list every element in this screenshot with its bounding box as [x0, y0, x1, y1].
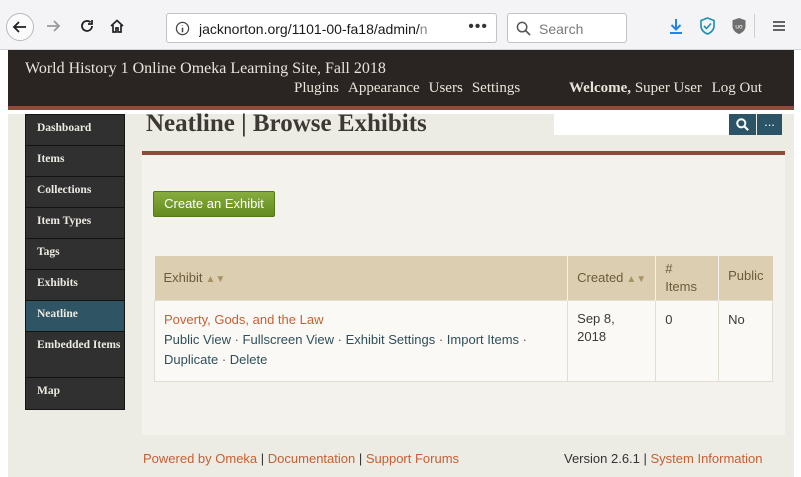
public-view-link[interactable]: Public View — [164, 332, 231, 347]
extension-shield-button[interactable] — [698, 17, 716, 35]
fullscreen-view-link[interactable]: Fullscreen View — [243, 332, 335, 347]
user-nav: Welcome, Super User Log Out — [569, 80, 762, 97]
home-icon — [110, 19, 124, 33]
created-cell: Sep 8, 2018 — [567, 299, 657, 382]
ublock-shield-icon: uo — [732, 18, 746, 34]
duplicate-link[interactable]: Duplicate — [164, 352, 218, 367]
col-created-label: Created — [577, 270, 624, 285]
browser-search-bar[interactable]: Search — [507, 13, 627, 43]
exhibit-title-link[interactable]: Poverty, Gods, and the Law — [164, 310, 558, 330]
page-actions-menu[interactable]: ••• — [468, 18, 488, 36]
url-faded: n — [419, 21, 428, 37]
system-information-link[interactable]: System Information — [651, 451, 763, 466]
advanced-search-button[interactable]: ... — [757, 114, 782, 135]
version-text: Version 2.6.1 — [564, 451, 640, 466]
table-row: Poverty, Gods, and the Law Public View ·… — [153, 299, 773, 382]
browser-toolbar: jacknorton.org/1101-00-fa18/admin/n ••• … — [0, 0, 801, 50]
admin-sidebar: Dashboard Items Collections Item Types T… — [25, 114, 125, 410]
sidebar-item-neatline[interactable]: Neatline — [26, 301, 124, 332]
created-date-line1: Sep 8, — [577, 310, 615, 326]
support-forums-link[interactable]: Support Forums — [366, 451, 459, 466]
site-search: ... — [554, 114, 782, 135]
site-search-button[interactable] — [729, 114, 756, 135]
items-count-cell: 0 — [655, 299, 720, 382]
svg-text:uo: uo — [735, 24, 743, 31]
site-header: World History 1 Online Omeka Learning Si… — [8, 50, 794, 110]
footer-links: Powered by Omeka | Documentation | Suppo… — [143, 451, 460, 466]
hamburger-menu-icon — [773, 21, 785, 31]
url-main: jacknorton.org/1101-00-fa18/admin/ — [199, 21, 420, 37]
import-items-link[interactable]: Import Items — [447, 332, 519, 347]
home-button[interactable] — [104, 13, 130, 39]
sidebar-item-exhibits[interactable]: Exhibits — [26, 270, 124, 301]
col-items-header: # Items — [655, 256, 719, 300]
forward-arrow-icon — [47, 20, 61, 32]
page-info-icon[interactable] — [175, 21, 190, 41]
forward-button[interactable] — [40, 13, 66, 39]
public-status-cell: No — [718, 299, 773, 382]
hamburger-menu-button[interactable] — [770, 17, 788, 35]
exhibits-table: Exhibit ▲▼ Created ▲▼ # Items Public Povert… — [153, 256, 773, 382]
nav-settings[interactable]: Settings — [472, 80, 520, 96]
welcome-label: Welcome, — [569, 80, 632, 96]
search-icon — [736, 118, 749, 131]
sidebar-item-item-types[interactable]: Item Types — [26, 208, 124, 239]
back-button[interactable] — [6, 13, 34, 41]
created-date-line2: 2018 — [577, 328, 607, 344]
nav-appearance[interactable]: Appearance — [348, 80, 420, 96]
sidebar-item-embedded-items[interactable]: Embedded Items — [26, 332, 124, 378]
nav-plugins[interactable]: Plugins — [294, 80, 339, 96]
exhibit-actions: Public View · Fullscreen View · Exhibit … — [164, 331, 527, 367]
shield-check-icon — [699, 17, 715, 35]
site-title[interactable]: World History 1 Online Omeka Learning Si… — [25, 60, 386, 78]
delete-link[interactable]: Delete — [230, 352, 268, 367]
page-body: Dashboard Items Collections Item Types T… — [8, 110, 794, 477]
user-name-link[interactable]: Super User — [635, 80, 702, 96]
sort-arrows-icon: ▲▼ — [205, 274, 226, 285]
sidebar-item-collections[interactable]: Collections — [26, 177, 124, 208]
sidebar-item-tags[interactable]: Tags — [26, 239, 124, 270]
search-icon — [516, 21, 531, 41]
reload-button[interactable] — [74, 13, 100, 39]
url-bar[interactable]: jacknorton.org/1101-00-fa18/admin/n ••• — [166, 13, 497, 43]
download-icon — [670, 18, 682, 34]
documentation-link[interactable]: Documentation — [268, 451, 355, 466]
site-search-input[interactable] — [554, 114, 730, 135]
logout-link[interactable]: Log Out — [712, 80, 762, 96]
exhibit-cell: Poverty, Gods, and the Law Public View ·… — [153, 299, 569, 382]
col-exhibit-label: Exhibit — [163, 270, 203, 285]
back-arrow-icon — [12, 21, 26, 33]
powered-by-omeka-link[interactable]: Powered by Omeka — [143, 451, 257, 466]
toolbar-separator — [754, 14, 755, 38]
col-created-header[interactable]: Created ▲▼ — [567, 256, 656, 300]
sort-arrows-icon: ▲▼ — [626, 274, 647, 285]
downloads-button[interactable] — [667, 17, 685, 35]
reload-icon — [81, 20, 93, 32]
col-items-label: Items — [665, 279, 697, 294]
sidebar-item-items[interactable]: Items — [26, 146, 124, 177]
col-public-header: Public — [718, 256, 773, 300]
create-exhibit-button[interactable]: Create an Exhibit — [153, 191, 275, 217]
ublock-button[interactable]: uo — [730, 17, 748, 35]
url-text: jacknorton.org/1101-00-fa18/admin/n — [199, 21, 434, 37]
sidebar-item-map[interactable]: Map — [26, 378, 124, 409]
col-items-hash: # — [665, 261, 673, 276]
main-nav: Plugins Appearance Users Settings — [294, 80, 529, 97]
col-exhibit-header[interactable]: Exhibit ▲▼ — [154, 256, 568, 300]
browser-search-placeholder: Search — [539, 21, 584, 37]
content-panel: Create an Exhibit Exhibit ▲▼ Created ▲▼ # I… — [142, 151, 785, 435]
page-title: Neatline | Browse Exhibits — [146, 110, 427, 137]
exhibit-settings-link[interactable]: Exhibit Settings — [346, 332, 436, 347]
table-header-row: Exhibit ▲▼ Created ▲▼ # Items Public — [154, 256, 773, 300]
nav-users[interactable]: Users — [429, 80, 463, 96]
sidebar-item-dashboard[interactable]: Dashboard — [26, 115, 124, 146]
footer-version: Version 2.6.1 | System Information — [564, 451, 763, 466]
